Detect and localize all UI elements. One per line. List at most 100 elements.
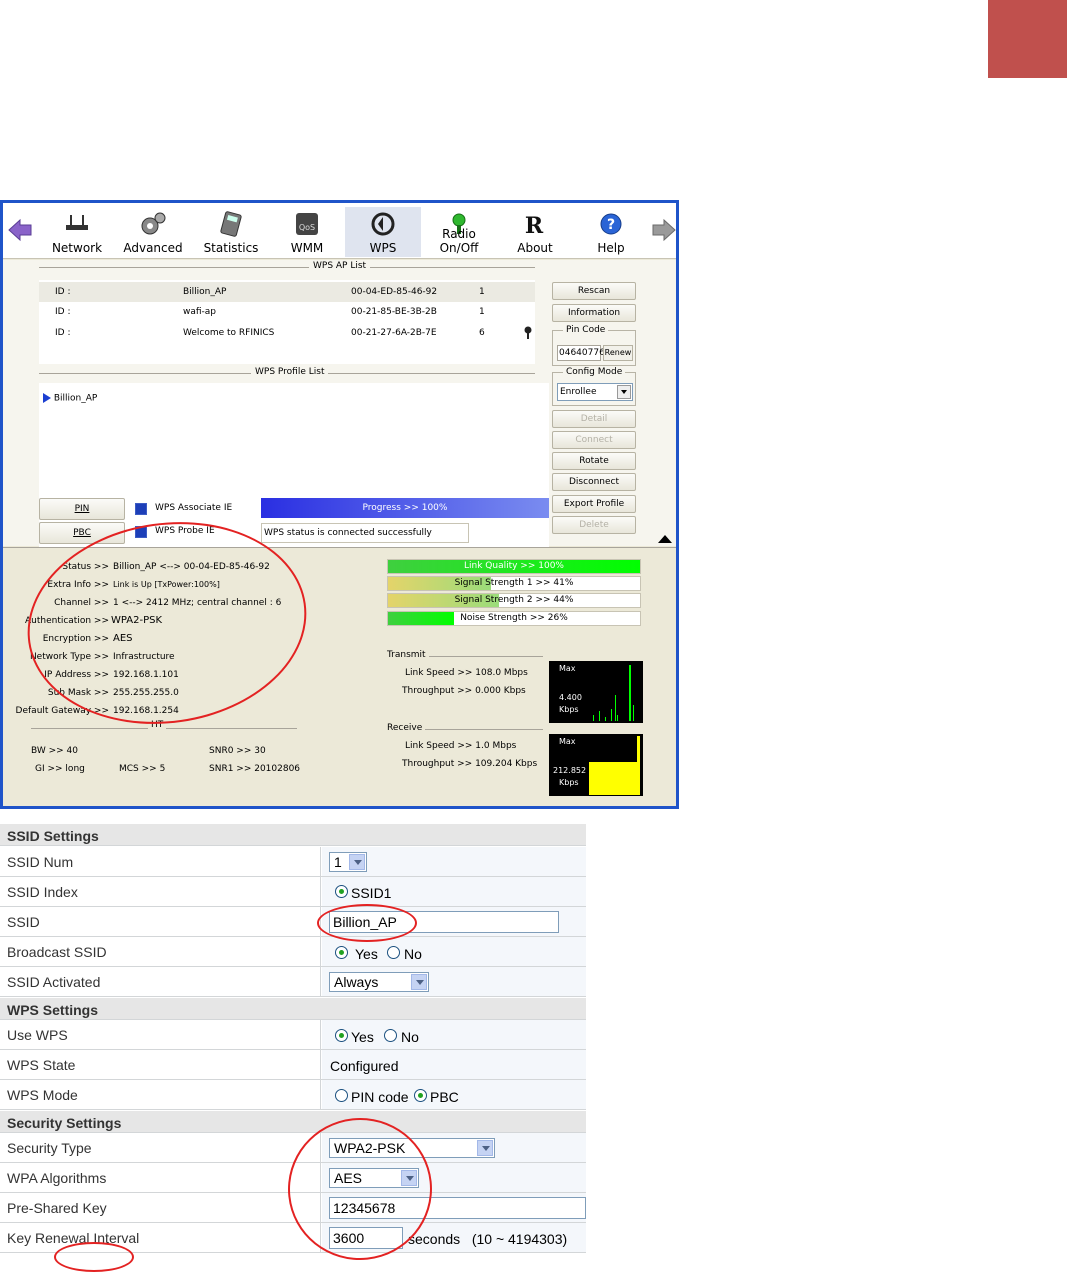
toolbar-network-label: Network <box>51 241 103 255</box>
key-renewal-suffix: seconds (10 ~ 4194303) <box>408 1231 568 1247</box>
ssid-activated-select[interactable]: Always <box>329 972 429 992</box>
connect-button[interactable]: Connect <box>552 431 636 449</box>
receive-title: Receive <box>387 723 426 733</box>
ssid-num-row: SSID Num 1 <box>0 847 586 877</box>
lock-icon <box>524 326 532 339</box>
transmit-title: Transmit <box>387 650 429 660</box>
config-mode-select[interactable]: Enrollee <box>557 383 633 401</box>
toolbar-wps[interactable]: WPS <box>345 207 421 257</box>
ap-list-row[interactable]: ID : wafi-ap 00-21-85-BE-3B-2B 1 <box>39 302 535 322</box>
disconnect-button[interactable]: Disconnect <box>552 473 636 491</box>
ssid-row: SSID Billion_AP <box>0 907 586 937</box>
toolbar-advanced[interactable]: Advanced <box>115 207 191 257</box>
wps-mode-pbc-label: PBC <box>430 1089 459 1105</box>
ssid-activated-row: SSID Activated Always <box>0 967 586 997</box>
toolbar-wmm[interactable]: QoS WMM <box>269 207 345 257</box>
detail-button[interactable]: Detail <box>552 410 636 428</box>
wps-profile-list-title: WPS Profile List <box>251 367 329 377</box>
renew-button[interactable]: Renew <box>603 345 633 361</box>
collapse-up-icon[interactable] <box>658 535 672 543</box>
ap-id-label: ID : <box>55 307 71 317</box>
pin-code-value: 04640776 <box>557 345 605 361</box>
toolbar-statistics-label: Statistics <box>203 241 259 255</box>
use-wps-no-radio[interactable] <box>384 1029 397 1042</box>
use-wps-yes-label: Yes <box>351 1029 374 1045</box>
toolbar-about-label: About <box>517 241 553 255</box>
use-wps-row: Use WPS Yes No <box>0 1020 586 1050</box>
ap-list-row[interactable]: ID : Billion_AP 00-04-ED-85-46-92 1 <box>39 282 535 302</box>
ssid-index-row: SSID Index SSID1 <box>0 877 586 907</box>
export-profile-button[interactable]: Export Profile <box>552 495 636 513</box>
divider <box>423 729 543 730</box>
ht-snr0: SNR0 >> 30 <box>209 746 266 756</box>
wps-ap-list: ID : Billion_AP 00-04-ED-85-46-92 1 ID :… <box>39 280 535 364</box>
annotation-ellipse <box>317 904 417 942</box>
wps-progress-bar: Progress >> 100% <box>261 498 549 518</box>
section-header: Security Settings <box>0 1111 586 1133</box>
ssid1-radio[interactable] <box>335 885 348 898</box>
config-mode-value: Enrollee <box>560 387 597 397</box>
associate-ie-checkbox[interactable] <box>135 503 147 515</box>
receive-graph: Max 212.852 Kbps <box>549 734 643 796</box>
toolbar-statistics[interactable]: Statistics <box>193 207 269 257</box>
toolbar: Network Advanced Statistics QoS WMM WPS <box>3 203 676 259</box>
ap-name: wafi-ap <box>183 307 217 317</box>
ap-channel: 1 <box>479 307 485 317</box>
information-button[interactable]: Information <box>552 304 636 322</box>
receive-graph-fill <box>589 762 639 795</box>
profile-list-item[interactable]: Billion_AP <box>43 393 97 404</box>
chevron-down-icon <box>349 854 365 870</box>
broadcast-ssid-label: Broadcast SSID <box>7 944 107 960</box>
ap-name: Billion_AP <box>183 287 227 297</box>
toolbar-radio[interactable]: Radio On/Off <box>421 207 497 257</box>
ap-mac: 00-21-27-6A-2B-7E <box>351 328 437 338</box>
transmit-graph-value: 4.400 <box>559 693 582 702</box>
wps-status-text: WPS status is connected successfully <box>261 523 469 543</box>
broadcast-no-radio[interactable] <box>387 946 400 959</box>
ssid-num-select[interactable]: 1 <box>329 852 367 872</box>
progress-text: Progress >> 100% <box>362 503 448 513</box>
wps-mode-pin-radio[interactable] <box>335 1089 348 1102</box>
chevron-down-icon <box>477 1140 493 1156</box>
forward-arrow-icon[interactable] <box>651 217 677 243</box>
ssid-activated-value: Always <box>334 974 379 990</box>
section-header: WPS Settings <box>0 998 586 1020</box>
pin-button[interactable]: PIN <box>39 498 125 520</box>
broadcast-yes-radio[interactable] <box>335 946 348 959</box>
toolbar-radio-label: Radio On/Off <box>439 227 479 255</box>
toolbar-network[interactable]: Network <box>39 207 115 257</box>
ssid-label: SSID <box>7 914 40 930</box>
toolbar-wps-label: WPS <box>369 241 397 255</box>
receive-graph-unit: Kbps <box>559 778 579 787</box>
wps-mode-pbc-radio[interactable] <box>414 1089 427 1102</box>
toolbar-advanced-label: Advanced <box>123 241 183 255</box>
ap-channel: 6 <box>479 328 485 338</box>
ssid-num-label: SSID Num <box>7 854 74 870</box>
use-wps-yes-radio[interactable] <box>335 1029 348 1042</box>
transmit-graph-unit: Kbps <box>559 705 579 714</box>
toolbar-help[interactable]: ? Help <box>573 207 649 257</box>
calculator-icon <box>220 211 242 237</box>
toolbar-about[interactable]: R About <box>497 207 573 257</box>
wpa-algorithms-label: WPA Algorithms <box>7 1170 107 1186</box>
signal-strength-1-bar: Signal Strength 1 >> 41% <box>387 576 641 591</box>
transmit-link-speed: Link Speed >> 108.0 Mbps <box>405 668 528 678</box>
wps-mode-row: WPS Mode PIN code PBC <box>0 1080 586 1110</box>
back-arrow-icon[interactable] <box>7 217 33 243</box>
rotate-button[interactable]: Rotate <box>552 452 636 470</box>
noise-strength-text: Noise Strength >> 26% <box>460 613 568 623</box>
ap-name: Welcome to RFINICS <box>183 328 275 338</box>
annotation-ellipse <box>54 1242 134 1272</box>
wps-icon <box>371 212 395 236</box>
rescan-button[interactable]: Rescan <box>552 282 636 300</box>
delete-button[interactable]: Delete <box>552 516 636 534</box>
signal-strength-2-bar: Signal Strength 2 >> 44% <box>387 593 641 608</box>
broadcast-ssid-row: Broadcast SSID Yes No <box>0 937 586 967</box>
ap-list-row[interactable]: ID : Welcome to RFINICS 00-21-27-6A-2B-7… <box>39 323 535 343</box>
receive-throughput: Throughput >> 109.204 Kbps <box>402 759 538 769</box>
receive-link-speed: Link Speed >> 1.0 Mbps <box>405 741 517 751</box>
ssid-settings-title: SSID Settings <box>7 828 99 844</box>
router-settings: SSID Settings SSID Num 1 SSID Index SSID… <box>0 824 586 1272</box>
ssid-num-value: 1 <box>334 854 342 870</box>
transmit-spikes <box>593 665 634 721</box>
